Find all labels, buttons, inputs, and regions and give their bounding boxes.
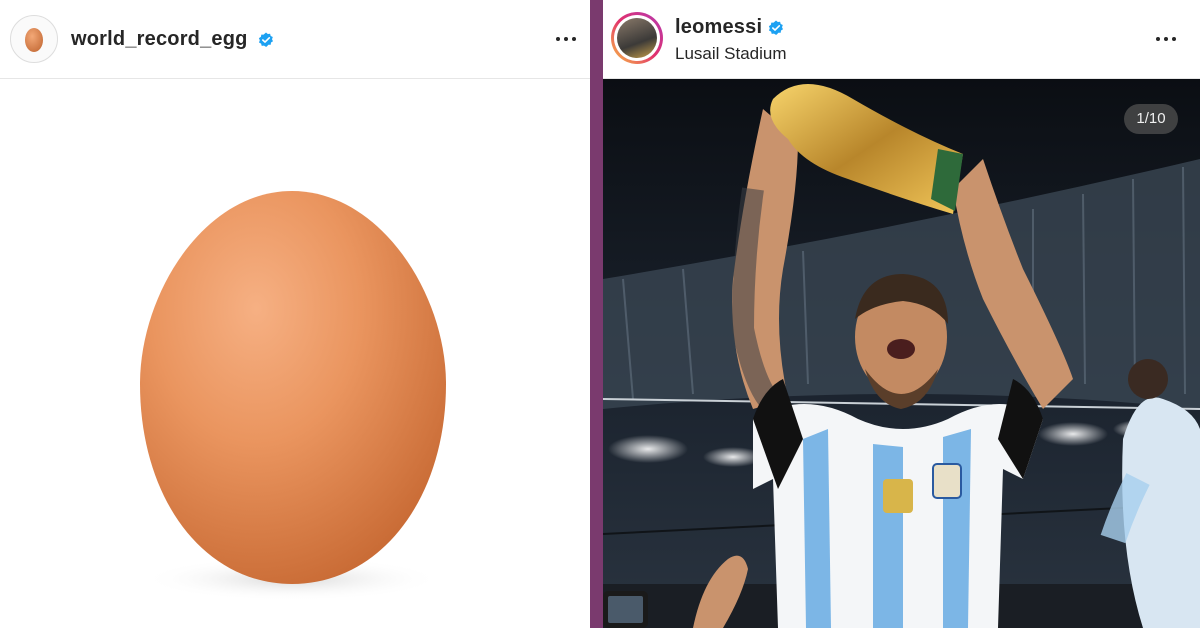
celebration-photo <box>603 79 1200 628</box>
more-options-icon[interactable] <box>1153 29 1183 49</box>
avatar[interactable] <box>611 12 663 64</box>
egg-image <box>140 191 446 601</box>
post-world-record-egg: world_record_egg <box>0 0 590 628</box>
post-location[interactable]: Lusail Stadium <box>675 44 787 64</box>
verified-badge-icon <box>768 20 783 35</box>
egg-avatar-icon <box>25 28 43 52</box>
panel-divider <box>590 0 603 628</box>
post-image-carousel[interactable]: 1/10 <box>603 79 1200 628</box>
post-leomessi: leomessi Lusail Stadium 1/10 <box>603 0 1200 628</box>
post-header: leomessi Lusail Stadium <box>603 0 1200 79</box>
post-image-egg <box>0 79 590 628</box>
verified-badge-icon <box>258 32 273 47</box>
username[interactable]: leomessi <box>675 16 762 39</box>
username[interactable]: world_record_egg <box>71 28 248 51</box>
carousel-counter: 1/10 <box>1124 104 1178 134</box>
more-options-icon[interactable] <box>553 29 583 49</box>
post-header: world_record_egg <box>0 0 590 79</box>
avatar[interactable] <box>10 15 58 63</box>
